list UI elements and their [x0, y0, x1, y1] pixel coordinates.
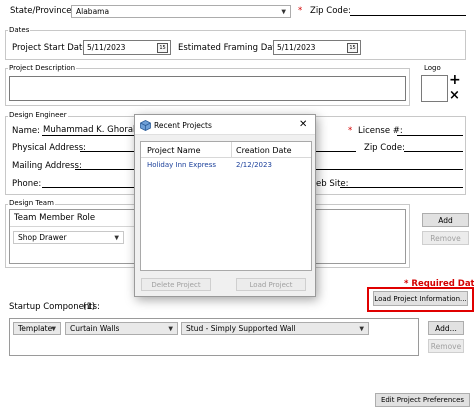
- row-project-name: Holiday Inn Express: [147, 161, 217, 169]
- logo-title: Logo: [423, 64, 442, 72]
- project-description-input[interactable]: [9, 76, 406, 101]
- state-label: State/Province:: [10, 6, 75, 16]
- recent-projects-list[interactable]: Project Name Creation Date Holiday Inn E…: [140, 141, 312, 271]
- design-team-title: Design Team: [8, 199, 55, 207]
- framing-date-field[interactable]: 5/11/2023 15: [273, 40, 361, 55]
- website-field[interactable]: [340, 187, 463, 188]
- mailing-address-field[interactable]: [75, 169, 136, 170]
- chevron-down-icon: ▼: [168, 325, 173, 332]
- close-icon[interactable]: ✕: [299, 119, 307, 130]
- startup-components-count: (1): [83, 302, 96, 312]
- state-select[interactable]: Alabama ▼: [71, 5, 291, 18]
- name-field-underline: [42, 135, 136, 136]
- load-project-information-button[interactable]: Load Project Information...: [373, 291, 468, 306]
- startup-add-button[interactable]: Add...: [428, 321, 464, 335]
- column-project-name[interactable]: Project Name: [147, 146, 201, 155]
- chevron-down-icon: ▼: [114, 234, 119, 241]
- chevron-down-icon: ▼: [281, 8, 286, 15]
- start-date-value: 5/11/2023: [87, 43, 126, 52]
- name-value[interactable]: Muhammad K. Ghoraba: [43, 125, 144, 135]
- row-creation-date: 2/12/2023: [236, 161, 272, 169]
- mailing-address-field-tail[interactable]: [316, 169, 463, 170]
- design-team-remove-button[interactable]: Remove: [422, 231, 469, 245]
- dates-title: Dates: [8, 26, 31, 34]
- startup-category-value: Curtain Walls: [70, 324, 120, 333]
- design-engineer-title: Design Engineer: [8, 111, 68, 119]
- project-description-title: Project Description: [8, 64, 77, 72]
- close-icon[interactable]: ×: [449, 88, 460, 103]
- plus-icon[interactable]: +: [449, 72, 461, 88]
- state-value: Alabama: [76, 7, 110, 16]
- phone-label: Phone:: [12, 179, 42, 189]
- recent-projects-dialog: Recent Projects ✕ Project Name Creation …: [134, 114, 316, 297]
- dialog-title: Recent Projects: [154, 121, 212, 130]
- team-role-select[interactable]: Shop Drawer ▼: [13, 231, 124, 244]
- delete-project-button[interactable]: Delete Project: [141, 278, 211, 291]
- startup-component-select[interactable]: Stud - Simply Supported Wall ▼: [181, 322, 369, 335]
- name-label: Name:: [12, 126, 40, 136]
- physical-address-label: Physical Address:: [12, 143, 86, 153]
- engineer-zip-label: Zip Code:: [364, 143, 405, 153]
- engineer-zip-field[interactable]: [404, 151, 463, 152]
- chevron-down-icon: ▼: [359, 325, 364, 332]
- app-cube-icon: [140, 120, 151, 131]
- startup-type-select[interactable]: Template ▼: [13, 322, 61, 335]
- startup-remove-button[interactable]: Remove: [428, 339, 464, 353]
- required-marker: *: [298, 6, 303, 16]
- column-creation-date[interactable]: Creation Date: [236, 146, 292, 155]
- startup-component-value: Stud - Simply Supported Wall: [186, 324, 296, 333]
- framing-date-value: 5/11/2023: [277, 43, 316, 52]
- load-project-button[interactable]: Load Project: [236, 278, 306, 291]
- column-divider: [231, 142, 232, 158]
- logo-box[interactable]: [421, 75, 448, 102]
- physical-address-field-tail[interactable]: [316, 151, 356, 152]
- mailing-address-label: Mailing Address:: [12, 161, 82, 171]
- startup-type-value: Template: [18, 324, 53, 333]
- table-row[interactable]: Holiday Inn Express 2/12/2023: [141, 159, 311, 172]
- start-date-field[interactable]: 5/11/2023 15: [83, 40, 171, 55]
- framing-date-label: Estimated Framing Date:: [178, 43, 284, 53]
- calendar-icon[interactable]: 15: [347, 43, 358, 53]
- zip-field[interactable]: [350, 15, 466, 16]
- edit-project-preferences-button[interactable]: Edit Project Preferences: [375, 393, 470, 407]
- calendar-icon[interactable]: 15: [157, 43, 168, 53]
- team-member-role-header[interactable]: Team Member Role: [10, 210, 135, 227]
- chevron-down-icon: ▼: [51, 325, 56, 332]
- team-role-value: Shop Drawer: [18, 233, 67, 242]
- start-date-label: Project Start Date:: [12, 43, 91, 53]
- design-team-add-button[interactable]: Add: [422, 213, 469, 227]
- phone-field[interactable]: [42, 187, 136, 188]
- startup-category-select[interactable]: Curtain Walls ▼: [65, 322, 178, 335]
- physical-address-field[interactable]: [80, 151, 136, 152]
- license-field[interactable]: [397, 135, 463, 136]
- license-required-marker: *: [348, 126, 353, 136]
- zip-label: Zip Code:: [310, 6, 351, 16]
